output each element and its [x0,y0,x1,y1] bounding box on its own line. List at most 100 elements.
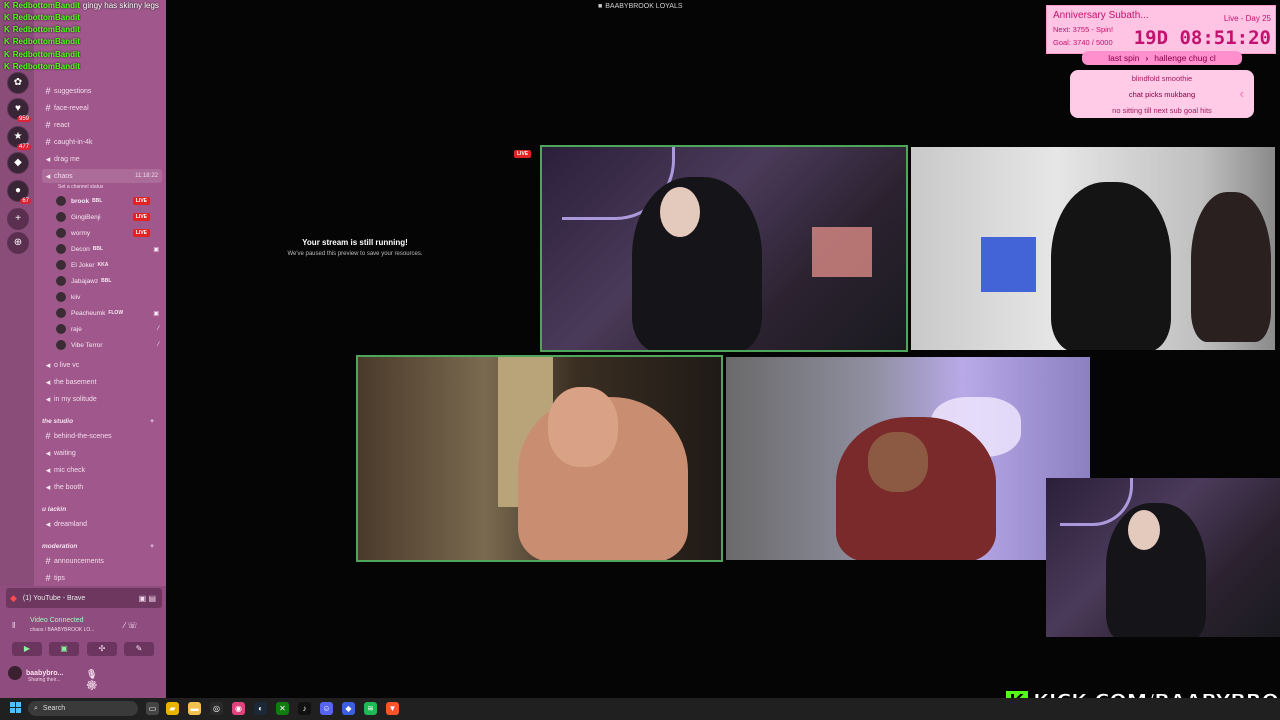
voice-user[interactable]: Peacheumk FLOW ▣ [56,306,160,320]
taskbar: ⌕ Search ▭ ▰ ▬ ◎ ◉ ◐ ✕ ♪ ☺ ◆ ≋ ▼ [0,698,1280,720]
app-icon[interactable]: ◉ [232,702,245,715]
taskbar-search[interactable]: ⌕ Search [28,701,138,716]
add-server-icon[interactable]: + [7,208,29,230]
stream-paused-title: Your stream is still running! [302,238,408,247]
voice-channel-chaos[interactable]: ◂ chaos 11:18:22 [42,169,162,183]
channel-announcements[interactable]: # announcements [42,554,162,568]
voice-user[interactable]: GingiBenji LIVE [56,210,160,224]
explore-icon[interactable]: ⊕ [7,232,29,254]
server-icon[interactable]: ✿ [7,72,29,94]
voice-user[interactable]: raje ⁄ [56,322,160,336]
kick-icon: K [4,1,10,10]
server-icon[interactable]: ★ 477 [7,126,31,150]
discord-icon[interactable]: ☺ [320,702,333,715]
live-badge: LIVE [132,197,150,205]
obs-icon[interactable]: ◎ [210,702,223,715]
user-controls[interactable]: 🎙⚙ [86,669,103,691]
channel-face-reveal[interactable]: # face-reveal [42,101,162,115]
avatar [56,324,66,334]
voice-user[interactable]: Vibe Terror ⁄ [56,338,160,352]
noise-suppression-icon[interactable]: ⁄ ☏ [124,621,138,630]
voice-user[interactable]: Decon BBL ▣ [56,242,160,256]
folder-icon[interactable]: ▬ [188,702,201,715]
channel-status[interactable]: Set a channel status [58,184,103,190]
app-icon-2[interactable]: ◆ [342,702,355,715]
voice-user[interactable]: Jabajawz BBL [56,274,160,288]
server-icon[interactable]: ♥ 959 [7,98,31,122]
avatar [56,260,66,270]
plus-icon[interactable]: + [150,543,154,550]
voice-user[interactable]: El Joker KKA [56,258,160,272]
voice-channel-mic-check[interactable]: ◂ mic check [42,463,162,477]
voice-channel-waiting[interactable]: ◂ waiting [42,446,162,460]
stream-tile-wormy[interactable] [358,357,721,560]
stream-tile-brook[interactable] [542,147,906,350]
spin-bar: last spin › hallenge chug cl [1082,51,1242,65]
mute-icon: ⁄ [157,342,159,348]
speaker-icon: ◂ [45,359,51,370]
chat-message: K RedbottomBandit [4,50,80,59]
activity-bar[interactable]: ◆ (1) YouTube - Brave ▣ ▤ [6,588,162,608]
hash-icon: # [45,573,51,583]
file-explorer-icon[interactable]: ▰ [166,702,179,715]
streamer-face [868,432,928,492]
chevron-left-icon: ‹ [1239,86,1244,101]
category-studio[interactable]: the studio + [42,418,154,425]
activities-button[interactable]: ✣ [87,642,117,656]
server-icon[interactable]: ● 67 [7,180,31,204]
subathon-timer: 19D 08:51:20 [1133,27,1271,49]
speaker-icon: ◂ [45,153,51,164]
channel-caught-in-4k[interactable]: # caught-in-4k [42,135,162,149]
voice-channel-solitude[interactable]: ◂ in my solitude [42,392,162,406]
brave-icon[interactable]: ▼ [386,702,399,715]
voice-channel-basement[interactable]: ◂ the basement [42,375,162,389]
channel-drag-me[interactable]: ◂ drag me [42,152,162,166]
speaker-icon: ◂ [45,170,51,181]
voice-channel-path: chaos / BAABYBROOK LO... [30,627,95,633]
avatar [56,308,66,318]
live-badge: LIVE [514,150,532,158]
voice-channel-dreamland[interactable]: ◂ dreamland [42,517,162,531]
spin-wheel-list: blindfold smoothie chat picks mukbang no… [1070,70,1254,118]
server-icon[interactable]: ◆ [7,152,29,174]
signal-icon[interactable]: ǁ [12,621,15,630]
channel-tips[interactable]: # tips [42,571,162,585]
voice-channel-live-vc[interactable]: ◂ o live vc [42,358,162,372]
category-moderation[interactable]: moderation + [42,543,154,550]
camera-button[interactable]: ▶ [12,642,42,656]
xbox-icon[interactable]: ✕ [276,702,289,715]
kick-icon: K [4,13,10,22]
user-panel[interactable]: baabybro... Sharing their... 🎙⚙ [8,666,97,690]
screen-share-button[interactable]: ▣ [49,642,79,656]
channel-behind-the-scenes[interactable]: # behind-the-scenes [42,429,162,443]
channel-react[interactable]: # react [42,118,162,132]
stream-tile-decon[interactable] [726,357,1090,560]
wheel-item: blindfold smoothie [1131,74,1193,83]
live-badge: LIVE [132,213,150,221]
voice-user[interactable]: brook BBL LIVE [56,194,160,208]
task-view-icon[interactable]: ▭ [146,702,159,715]
chat-message: K RedbottomBandit [4,62,80,71]
channel-suggestions[interactable]: # suggestions [42,84,162,98]
streamer-face [548,387,618,467]
kick-icon: K [4,37,10,46]
avatar [56,340,66,350]
avatar [56,228,66,238]
soundboard-button[interactable]: ✎ [124,642,154,656]
hash-icon: # [45,103,51,113]
voice-channel-booth[interactable]: ◂ the booth [42,480,162,494]
category-lackin[interactable]: u lackin [42,506,66,513]
voice-user[interactable]: kiiv [56,290,160,304]
streamer-figure [1191,192,1271,342]
speaker-icon: ◂ [45,518,51,529]
stream-tile-self-preview[interactable] [1046,478,1280,637]
tiktok-icon[interactable]: ♪ [298,702,311,715]
hash-icon: # [45,556,51,566]
spotify-icon[interactable]: ≋ [364,702,377,715]
stream-tile-gingibenji[interactable] [911,147,1275,350]
windows-start-icon[interactable] [10,702,22,714]
voice-user[interactable]: wormy LIVE [56,226,160,240]
popout-icon[interactable]: ▣ ▤ [139,594,156,603]
steam-icon[interactable]: ◐ [254,702,267,715]
plus-icon[interactable]: + [150,418,154,425]
